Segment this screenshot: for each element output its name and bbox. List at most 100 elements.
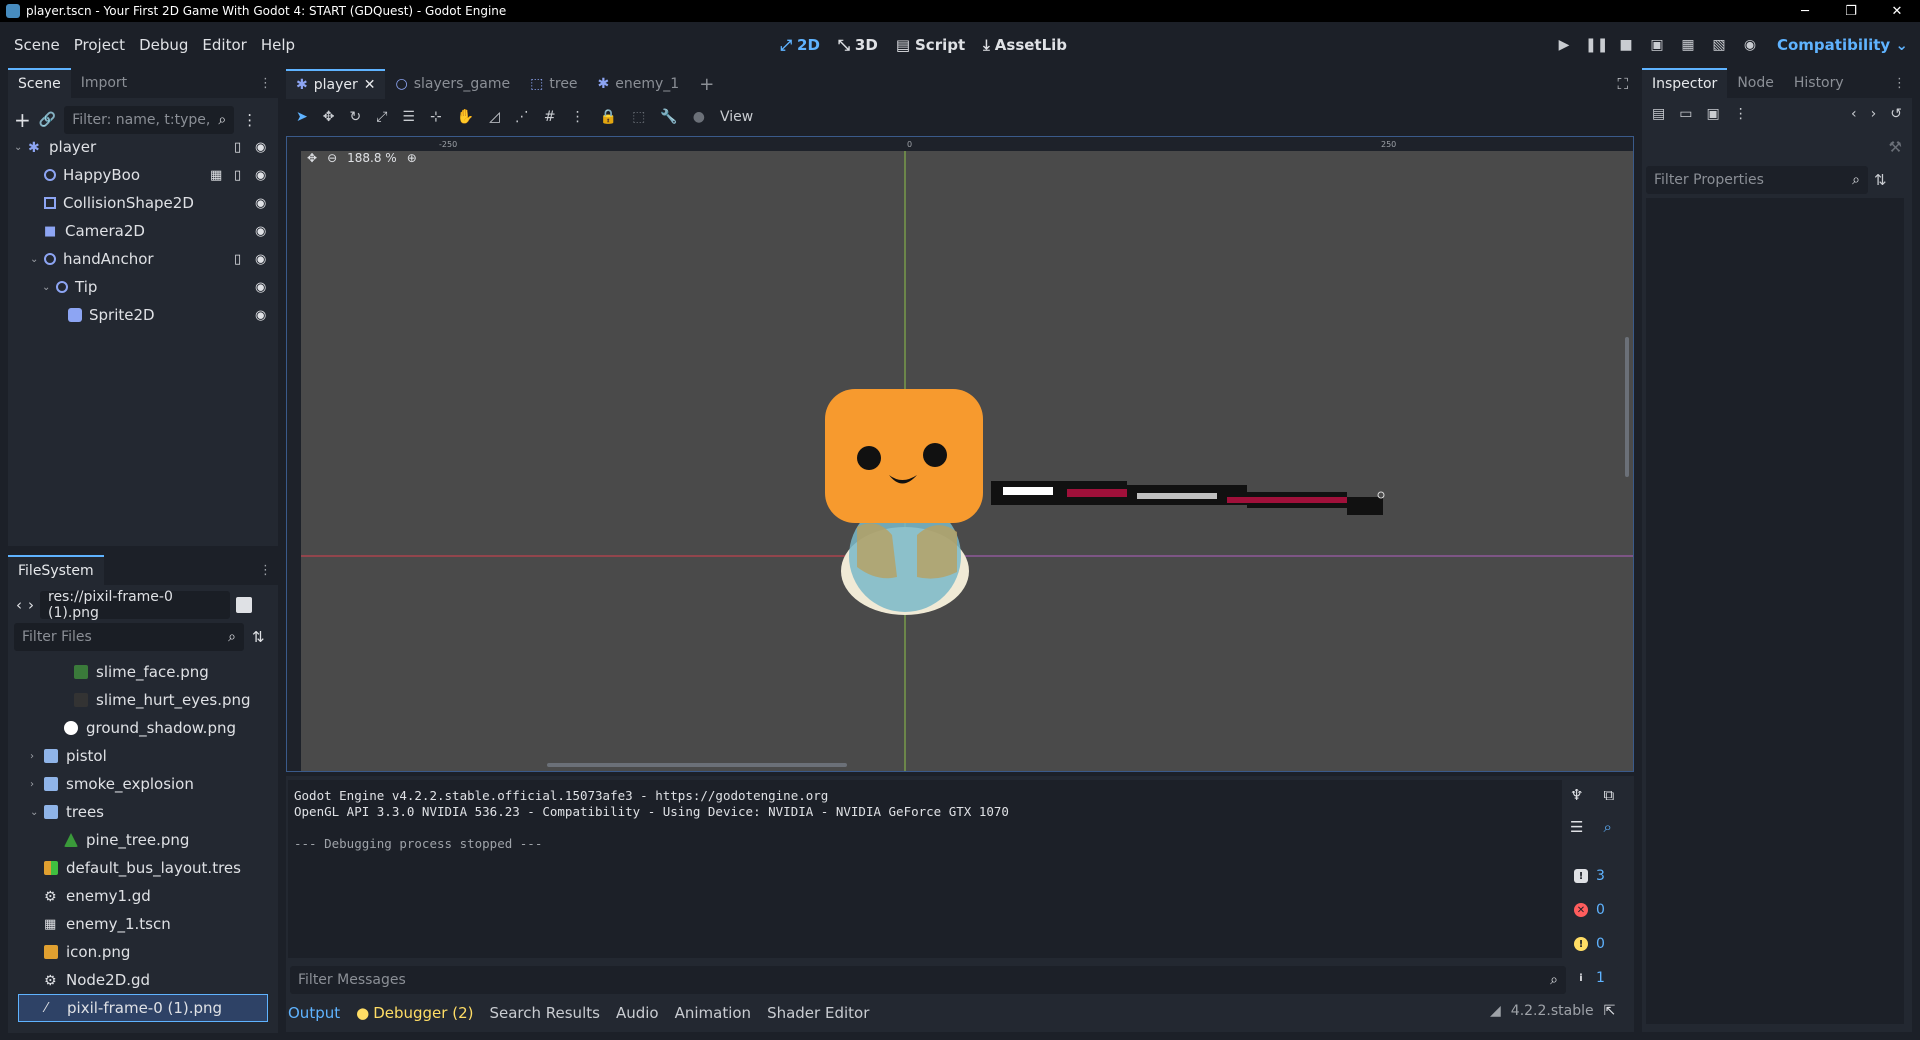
renderer-selector[interactable]: Compatibility ⌄ [1777, 36, 1908, 54]
menu-editor[interactable]: Editor [195, 36, 253, 54]
ruler-tool-icon[interactable]: ◿ [489, 109, 500, 125]
dock-menu-icon[interactable]: ⋮ [1893, 76, 1906, 91]
menu-scene[interactable]: Scene [7, 36, 67, 54]
visibility-icon[interactable]: ◉ [255, 252, 266, 267]
visibility-icon[interactable]: ◉ [255, 140, 266, 155]
tree-node-handanchor[interactable]: ⌄ handAnchor ▯ ◉ [10, 245, 275, 273]
tab-history[interactable]: History [1784, 68, 1854, 98]
rotate-tool-icon[interactable]: ↻ [349, 109, 361, 125]
open-folder-icon[interactable]: ▭ [1679, 106, 1692, 122]
dock-menu-icon[interactable]: ⋮ [259, 563, 272, 578]
tab-search-results[interactable]: Search Results [489, 1004, 599, 1022]
minimize-button[interactable]: ─ [1782, 0, 1828, 22]
tab-player[interactable]: ✱ player ✕ [286, 69, 386, 99]
menu-project[interactable]: Project [67, 36, 132, 54]
assetlib-button[interactable]: ⤓ AssetLib [983, 36, 1067, 54]
pause-icon[interactable]: ❚❚ [1585, 37, 1608, 53]
tree-node-collisionshape2d[interactable]: CollisionShape2D ◉ [10, 189, 275, 217]
pan-tool-icon[interactable]: ✋ [457, 109, 474, 125]
path-field[interactable]: res://pixil-frame-0 (1).png [40, 589, 230, 621]
play-icon[interactable]: ▶ [1554, 37, 1574, 53]
vertical-scrollbar[interactable] [1625, 337, 1629, 477]
file-item[interactable]: pine_tree.png [18, 826, 268, 854]
tab-enemy-1[interactable]: ✱ enemy_1 [588, 69, 690, 99]
sort-icon[interactable]: ⇅ [252, 628, 265, 646]
object-history-icon[interactable]: ↺ [1890, 106, 1902, 122]
file-item[interactable]: ⚙ Node2D.gd [18, 966, 268, 994]
visibility-icon[interactable]: ◉ [255, 196, 266, 211]
view-menu[interactable]: View [720, 109, 753, 125]
close-tab-icon[interactable]: ✕ [364, 77, 376, 93]
add-node-icon[interactable]: + [14, 108, 31, 132]
zoom-out-icon[interactable]: ⊖ [327, 151, 337, 165]
copy-icon[interactable]: ⧉ [1603, 786, 1614, 804]
scene-menu-icon[interactable]: ⋮ [242, 111, 257, 129]
info-counter[interactable]: i1 [1568, 965, 1618, 991]
script-icon[interactable]: ▯ [234, 168, 241, 183]
close-button[interactable]: ✕ [1874, 0, 1920, 22]
tab-node[interactable]: Node [1727, 68, 1784, 98]
script-icon[interactable]: ▯ [234, 252, 241, 267]
tab-debugger[interactable]: Debugger (2) [373, 1004, 473, 1022]
viewport-canvas[interactable]: -250 0 250 [287, 137, 1634, 772]
scale-tool-icon[interactable]: ⤢ [376, 109, 387, 125]
new-resource-icon[interactable]: ▤ [1652, 106, 1665, 122]
folder-item[interactable]: ⌄ trees [18, 798, 268, 826]
tool-icon[interactable]: ⚒ [1889, 138, 1902, 156]
warnings-counter[interactable]: ! 0 [1568, 931, 1618, 957]
collapse-icon[interactable]: ⌄ [30, 254, 44, 265]
add-tab-button[interactable]: + [689, 69, 724, 99]
folder-item[interactable]: › pistol [18, 742, 268, 770]
dock-menu-icon[interactable]: ⋮ [259, 76, 272, 91]
expand-icon[interactable]: › [30, 751, 44, 762]
list-select-icon[interactable]: ☰ [402, 109, 415, 125]
more-icon[interactable]: ⋮ [1734, 106, 1748, 122]
horizontal-scrollbar[interactable] [547, 763, 847, 767]
file-item[interactable]: ⚙ enemy1.gd [18, 882, 268, 910]
pivot-tool-icon[interactable]: ⊹ [430, 109, 442, 125]
file-item-selected[interactable]: ⁄ pixil-frame-0 (1).png [18, 994, 268, 1022]
menu-debug[interactable]: Debug [132, 36, 195, 54]
skeleton-icon[interactable]: ● [693, 109, 705, 125]
file-item[interactable]: ▦ enemy_1.tscn [18, 910, 268, 938]
tree-node-tip[interactable]: ⌄ Tip ◉ [10, 273, 275, 301]
group-icon[interactable]: ⬚ [632, 109, 645, 125]
tab-filesystem[interactable]: FileSystem [8, 555, 104, 585]
tree-node-player[interactable]: ⌄ ✱ player ▯ ◉ [10, 133, 275, 161]
tab-animation[interactable]: Animation [675, 1004, 751, 1022]
clear-icon[interactable]: ♆ [1570, 786, 1583, 804]
visibility-icon[interactable]: ◉ [255, 168, 266, 183]
zoom-in-icon[interactable]: ⊕ [407, 151, 417, 165]
tree-node-happyboo[interactable]: HappyBoo ▦ ▯ ◉ [10, 161, 275, 189]
collapse-icon[interactable]: ⌄ [14, 142, 28, 153]
history-forward-icon[interactable]: › [1871, 106, 1877, 122]
tab-output[interactable]: Output [288, 1004, 340, 1022]
expand-panel-icon[interactable]: ⇱ [1604, 1003, 1616, 1019]
tree-node-camera2d[interactable]: ■ Camera2D ◉ [10, 217, 275, 245]
message-filter-input[interactable]: Filter Messages ⌕ [290, 966, 1566, 994]
fullscreen-icon[interactable]: ⛶ [1617, 75, 1628, 93]
file-item[interactable]: ground_shadow.png [18, 714, 268, 742]
file-item[interactable]: default_bus_layout.tres [18, 854, 268, 882]
save-icon[interactable]: ▣ [1706, 106, 1719, 122]
file-item[interactable]: slime_hurt_eyes.png [18, 686, 268, 714]
tab-inspector[interactable]: Inspector [1642, 68, 1728, 98]
visibility-icon[interactable]: ◉ [255, 224, 266, 239]
movie-maker-icon[interactable]: ◉ [1740, 37, 1760, 53]
3d-button[interactable]: ⤡ 3D [838, 36, 878, 54]
tab-import[interactable]: Import [71, 68, 137, 98]
grid-snap-icon[interactable]: # [544, 109, 556, 125]
tab-audio[interactable]: Audio [616, 1004, 659, 1022]
select-tool-icon[interactable]: ➤ [296, 109, 308, 125]
center-view-icon[interactable]: ✥ [307, 151, 317, 165]
history-back-icon[interactable]: ‹ [1851, 106, 1857, 122]
link-icon[interactable]: 🔗 [39, 112, 56, 128]
folder-item[interactable]: › smoke_explosion [18, 770, 268, 798]
file-item[interactable]: slime_face.png [18, 658, 268, 686]
script-button[interactable]: ▤ Script [896, 36, 965, 54]
play-scene-icon[interactable]: ▦ [1678, 37, 1698, 53]
search-icon[interactable]: ⌕ [1603, 818, 1611, 836]
filter-options-icon[interactable]: ⇅ [1874, 171, 1887, 189]
collapse-icon[interactable]: ⌄ [42, 282, 56, 293]
visibility-icon[interactable]: ◉ [255, 308, 266, 323]
